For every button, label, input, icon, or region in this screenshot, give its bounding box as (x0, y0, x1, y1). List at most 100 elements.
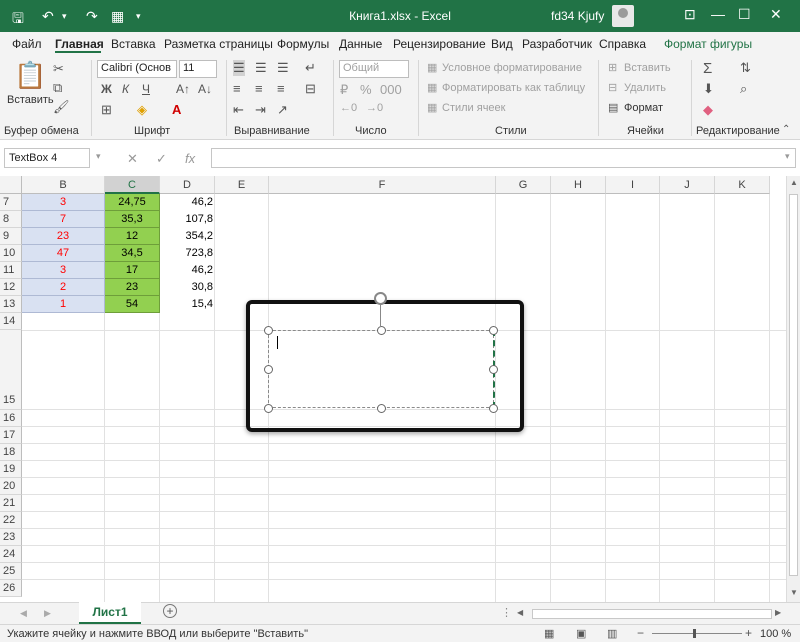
table-cell[interactable]: 24,75 (105, 194, 160, 211)
table-cell[interactable]: 30,8 (160, 279, 215, 296)
conditional-format-icon[interactable]: ▦ (427, 61, 437, 74)
resize-handle[interactable] (489, 365, 498, 374)
resize-handle[interactable] (377, 404, 386, 413)
format-painter-icon[interactable]: 🖌 (53, 99, 70, 115)
grow-font-icon[interactable]: A↑ (176, 82, 190, 96)
insert-cells-icon[interactable]: ⊞ (608, 61, 617, 74)
table-cell[interactable]: 23 (105, 279, 160, 296)
tab-formulas[interactable]: Формулы (277, 37, 329, 51)
scroll-right-icon[interactable]: ▶ (775, 608, 781, 617)
table-cell[interactable]: 54 (105, 296, 160, 313)
table-cell[interactable]: 3 (22, 262, 105, 279)
rotate-handle[interactable] (374, 292, 387, 305)
add-sheet-button[interactable]: + (163, 604, 177, 618)
table-cell[interactable]: 15,4 (160, 296, 215, 313)
tab-data[interactable]: Данные (339, 37, 382, 51)
horizontal-scroll-thumb[interactable] (532, 609, 772, 619)
align-right-icon[interactable]: ≡ (277, 81, 285, 96)
align-middle-icon[interactable]: ☰ (255, 60, 267, 76)
tab-shape-format[interactable]: Формат фигуры (664, 37, 752, 51)
select-all-corner[interactable] (0, 176, 22, 194)
tab-file[interactable]: Файл (12, 37, 42, 51)
comma-style-icon[interactable]: 000 (380, 82, 402, 97)
row-header[interactable]: 25 (0, 563, 22, 580)
row-header[interactable]: 23 (0, 529, 22, 546)
currency-icon[interactable]: ₽ (340, 82, 348, 98)
zoom-in-icon[interactable]: + (745, 626, 752, 640)
sort-filter-icon[interactable]: ⇅ (740, 60, 751, 76)
vertical-scroll-thumb[interactable] (789, 194, 798, 576)
row-header[interactable]: 17 (0, 427, 22, 444)
format-table-icon[interactable]: ▦ (427, 81, 437, 94)
format-cells-button[interactable]: Формат (624, 102, 663, 114)
resize-handle[interactable] (264, 365, 273, 374)
tab-help[interactable]: Справка (599, 37, 646, 51)
format-as-table-button[interactable]: Форматировать как таблицу (442, 82, 585, 94)
row-header[interactable]: 24 (0, 546, 22, 563)
prev-sheet-icon[interactable]: ◀ (20, 608, 27, 619)
column-header-c[interactable]: C (105, 176, 160, 194)
increase-indent-icon[interactable]: ⇥ (255, 102, 266, 118)
row-header[interactable]: 11 (0, 262, 22, 279)
sheet-tab-list1[interactable]: Лист1 (79, 602, 141, 624)
tab-developer[interactable]: Разработчик (522, 37, 592, 51)
tab-view[interactable]: Вид (491, 37, 513, 51)
maximize-icon[interactable]: ☐ (738, 6, 751, 23)
table-cell[interactable]: 3 (22, 194, 105, 211)
italic-icon[interactable]: К (122, 82, 129, 96)
resize-handle[interactable] (489, 404, 498, 413)
formula-input[interactable] (211, 148, 796, 168)
row-header[interactable]: 18 (0, 444, 22, 461)
text-box-shape[interactable] (268, 330, 494, 408)
font-color-icon[interactable]: A (172, 102, 181, 117)
tab-page-layout[interactable]: Разметка страницы (164, 37, 273, 51)
row-header[interactable]: 14 (0, 313, 22, 330)
table-cell[interactable]: 12 (105, 228, 160, 245)
row-header[interactable]: 13 (0, 296, 22, 313)
column-header-h[interactable]: H (551, 176, 606, 194)
table-cell[interactable]: 46,2 (160, 262, 215, 279)
row-header[interactable]: 20 (0, 478, 22, 495)
name-box[interactable]: TextBox 4 (4, 148, 90, 168)
decrease-indent-icon[interactable]: ⇤ (233, 102, 244, 118)
table-cell[interactable]: 107,8 (160, 211, 215, 228)
row-header[interactable]: 7 (0, 194, 22, 211)
next-sheet-icon[interactable]: ▶ (44, 608, 51, 619)
expand-formula-icon[interactable]: ▾ (785, 151, 790, 162)
increase-decimal-icon[interactable]: ←0 (340, 102, 357, 114)
row-header[interactable]: 19 (0, 461, 22, 478)
zoom-slider-thumb[interactable] (693, 629, 696, 638)
row-header[interactable]: 26 (0, 580, 22, 597)
column-header-i[interactable]: I (606, 176, 660, 194)
row-header[interactable]: 15 (0, 330, 22, 410)
collapse-ribbon-icon[interactable]: ⌃ (782, 124, 790, 135)
table-cell[interactable]: 23 (22, 228, 105, 245)
table-cell[interactable]: 723,8 (160, 245, 215, 262)
borders-icon[interactable]: ⊞ (101, 102, 112, 118)
table-cell[interactable]: 1 (22, 296, 105, 313)
row-header[interactable]: 21 (0, 495, 22, 512)
font-size-select[interactable]: 11 (179, 60, 217, 78)
zoom-level[interactable]: 100 % (760, 628, 791, 640)
scroll-down-icon[interactable]: ▼ (790, 588, 798, 597)
align-left-icon[interactable]: ≡ (233, 81, 241, 96)
column-header-g[interactable]: G (496, 176, 551, 194)
paste-icon[interactable]: 📋 (14, 60, 46, 91)
row-header[interactable]: 12 (0, 279, 22, 296)
avatar[interactable] (612, 5, 634, 27)
autosum-icon[interactable]: Σ (703, 60, 712, 77)
table-cell[interactable]: 35,3 (105, 211, 160, 228)
insert-cells-button[interactable]: Вставить (624, 62, 671, 74)
decrease-decimal-icon[interactable]: →0 (366, 102, 383, 114)
find-select-icon[interactable]: ⌕ (740, 81, 747, 97)
percent-icon[interactable]: % (360, 82, 372, 97)
resize-handle[interactable] (377, 326, 386, 335)
cell-styles-icon[interactable]: ▦ (427, 101, 437, 114)
column-header-k[interactable]: K (715, 176, 770, 194)
resize-handle[interactable] (489, 326, 498, 335)
table-cell[interactable]: 34,5 (105, 245, 160, 262)
vertical-scrollbar[interactable]: ▲ ▼ (786, 176, 800, 602)
page-break-view-icon[interactable]: ▥ (607, 627, 617, 640)
cancel-icon[interactable]: ✕ (127, 151, 138, 167)
tab-split-handle[interactable]: ⋮ (501, 606, 512, 619)
